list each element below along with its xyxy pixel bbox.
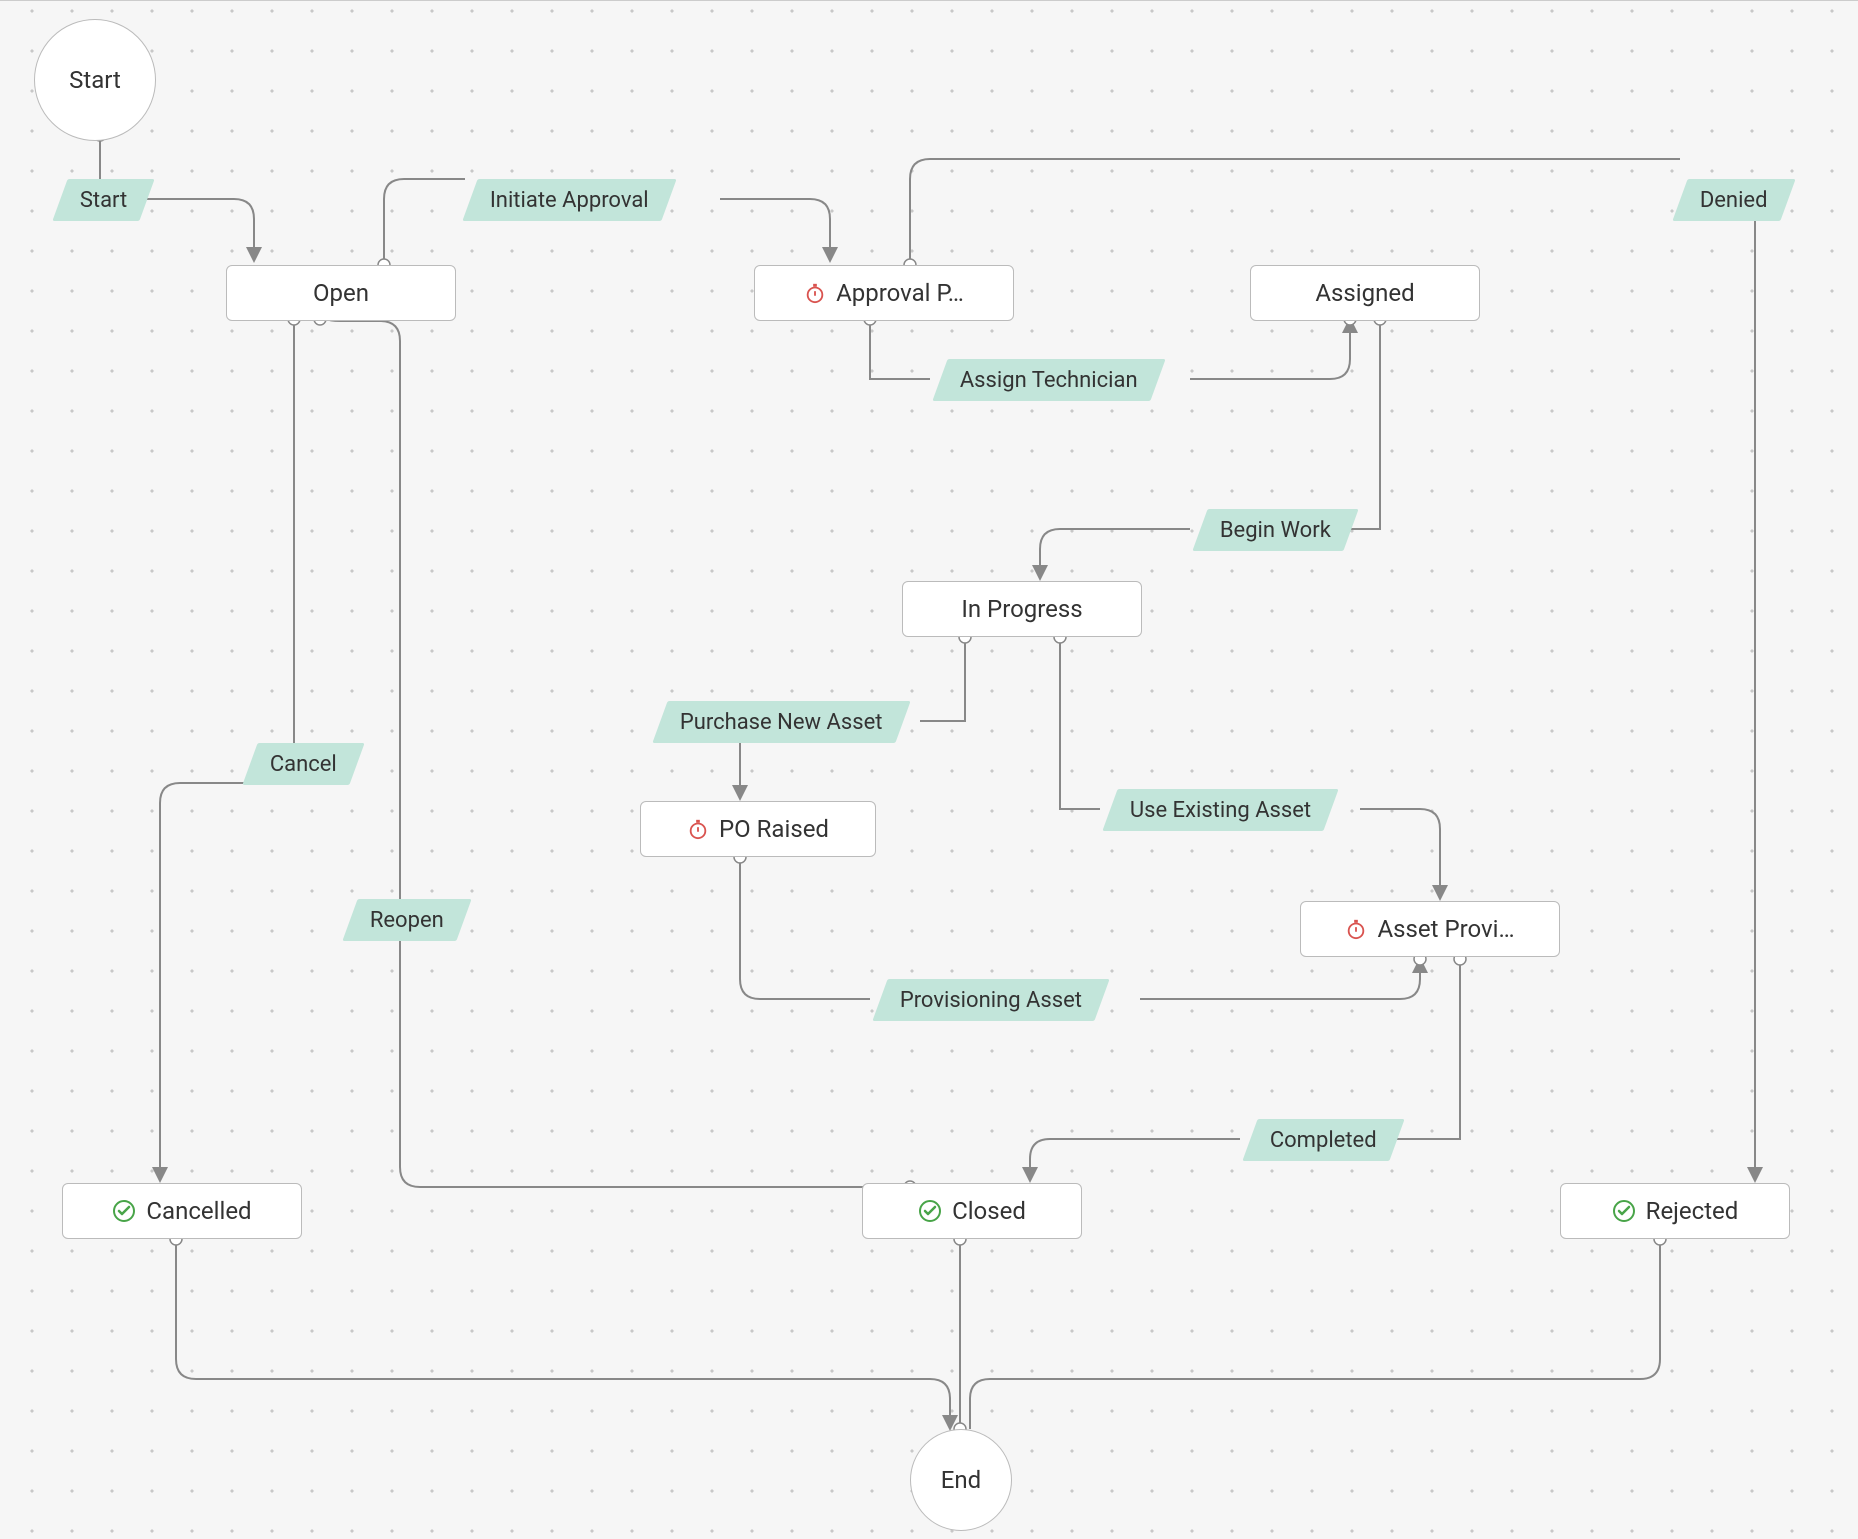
node-start[interactable]: Start bbox=[34, 19, 156, 141]
node-assigned[interactable]: Assigned bbox=[1250, 265, 1480, 321]
node-label: Closed bbox=[952, 1197, 1026, 1225]
node-label: In Progress bbox=[961, 595, 1082, 623]
node-approval-pending[interactable]: Approval P… bbox=[754, 265, 1014, 321]
node-label: Approval P… bbox=[836, 279, 964, 307]
node-label: Start bbox=[69, 66, 121, 94]
node-end[interactable]: End bbox=[910, 1429, 1012, 1531]
stopwatch-icon bbox=[804, 282, 826, 304]
workflow-canvas[interactable]: Start Open Approval P… Assigned In Progr… bbox=[0, 0, 1858, 1539]
node-label: PO Raised bbox=[719, 815, 829, 843]
check-circle-icon bbox=[1612, 1199, 1636, 1223]
node-open[interactable]: Open bbox=[226, 265, 456, 321]
check-circle-icon bbox=[918, 1199, 942, 1223]
transition-initiate-approval[interactable]: Initiate Approval bbox=[462, 179, 676, 221]
transition-begin-work[interactable]: Begin Work bbox=[1192, 509, 1358, 551]
node-label: Open bbox=[313, 279, 369, 307]
stopwatch-icon bbox=[1345, 918, 1367, 940]
transition-provisioning-asset[interactable]: Provisioning Asset bbox=[872, 979, 1109, 1021]
node-cancelled[interactable]: Cancelled bbox=[62, 1183, 302, 1239]
transition-use-existing-asset[interactable]: Use Existing Asset bbox=[1102, 789, 1339, 831]
transition-cancel[interactable]: Cancel bbox=[242, 743, 364, 785]
check-circle-icon bbox=[112, 1199, 136, 1223]
node-po-raised[interactable]: PO Raised bbox=[640, 801, 876, 857]
stopwatch-icon bbox=[687, 818, 709, 840]
transition-completed[interactable]: Completed bbox=[1242, 1119, 1404, 1161]
transition-assign-technician[interactable]: Assign Technician bbox=[932, 359, 1165, 401]
transition-purchase-new-asset[interactable]: Purchase New Asset bbox=[652, 701, 910, 743]
transition-reopen[interactable]: Reopen bbox=[342, 899, 471, 941]
node-rejected[interactable]: Rejected bbox=[1560, 1183, 1790, 1239]
node-asset-provisioning[interactable]: Asset Provi… bbox=[1300, 901, 1560, 957]
transition-start[interactable]: Start bbox=[52, 179, 155, 221]
node-label: End bbox=[941, 1466, 981, 1494]
node-label: Asset Provi… bbox=[1377, 915, 1514, 943]
node-label: Rejected bbox=[1646, 1197, 1739, 1225]
transition-denied[interactable]: Denied bbox=[1672, 179, 1795, 221]
node-label: Cancelled bbox=[146, 1197, 251, 1225]
node-closed[interactable]: Closed bbox=[862, 1183, 1082, 1239]
node-label: Assigned bbox=[1315, 279, 1414, 307]
node-in-progress[interactable]: In Progress bbox=[902, 581, 1142, 637]
